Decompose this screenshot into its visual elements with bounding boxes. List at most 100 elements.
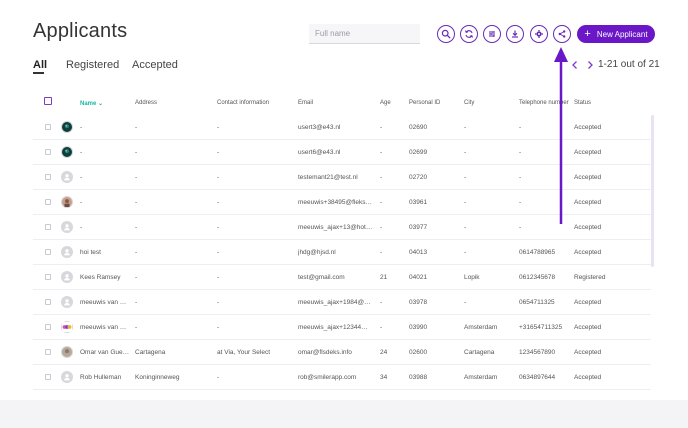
column-email: Email: [298, 100, 314, 106]
cell-phone: -: [519, 224, 522, 231]
cell-personal-id: 03990: [409, 324, 428, 331]
column-city: City: [464, 100, 475, 106]
cell-name: -: [80, 199, 83, 206]
cell-personal-id: 04013: [409, 249, 428, 256]
cell-address: -: [135, 174, 138, 181]
cell-age: 21: [380, 274, 388, 281]
cell-status: Accepted: [574, 124, 602, 131]
cell-city: -: [464, 174, 467, 181]
refresh-button[interactable]: [460, 25, 478, 43]
cell-city: -: [464, 149, 467, 156]
cell-city: Amsterdam: [464, 374, 498, 381]
table-row[interactable]: - - - usert3@e43.nl - 02690 - - Accepted: [33, 116, 651, 140]
cell-name: meeuwis van …: [80, 324, 127, 331]
tab-all-underline: [33, 72, 44, 74]
cell-address: -: [135, 149, 138, 156]
row-checkbox[interactable]: [45, 374, 51, 380]
table-row[interactable]: Omar van Gue… Cartagena at Via, Your Selec…: [33, 341, 651, 365]
avatar-icon: [61, 296, 73, 308]
page-bottom-background: [0, 400, 688, 428]
table-row[interactable]: meeuwis van … - - meeuwis_ajax+1984@… - 03978…: [33, 291, 651, 315]
previous-page-icon[interactable]: [570, 60, 580, 70]
cell-phone: 0612345678: [519, 274, 556, 281]
column-name-sort[interactable]: Name ⌄: [80, 100, 103, 107]
cell-city: -: [464, 249, 467, 256]
plus-icon: +: [584, 27, 591, 40]
search-input[interactable]: [309, 24, 420, 44]
table-row[interactable]: - - - meeuwis_ajax+13@hot… -03977- - Accepted: [33, 216, 651, 240]
cell-contact: at Via, Your Select: [217, 349, 271, 356]
table-row[interactable]: meeuwis van … - - meeuwis_ajax+12344… - 03990…: [33, 316, 651, 340]
row-checkbox[interactable]: [45, 324, 51, 330]
download-icon: [512, 30, 518, 38]
settings-button[interactable]: [530, 25, 548, 43]
search-icon: [441, 29, 451, 39]
cell-address: -: [135, 324, 138, 331]
cell-contact: -: [217, 224, 220, 231]
tab-registered[interactable]: Registered: [66, 59, 119, 71]
row-checkbox[interactable]: [45, 349, 51, 355]
cell-status: Accepted: [574, 224, 602, 231]
new-applicant-button[interactable]: + New Applicant: [577, 25, 655, 43]
cell-personal-id: 02690: [409, 124, 428, 131]
cell-email: jhdg@hjsd.nl: [298, 249, 336, 256]
next-page-icon[interactable]: [585, 60, 595, 70]
table-row[interactable]: hoi test - - jhdg@hjsd.nl - 04013 - 0614788965 A…: [33, 241, 651, 265]
column-contact: Contact information: [217, 100, 270, 106]
table-row[interactable]: Kees Ramsey - - test@gmail.com 21 04021 Lopik 0…: [33, 266, 651, 290]
column-status: Status: [574, 100, 592, 106]
column-age: Age: [380, 100, 391, 106]
table-row[interactable]: - - - meeuwis+38495@fleks… - 03961 - - Accepted: [33, 191, 651, 215]
avatar-icon: [61, 321, 73, 333]
table-scrollbar[interactable]: [651, 115, 654, 267]
avatar-icon: [61, 146, 73, 158]
share-icon: [558, 30, 566, 38]
cell-name: hoi test: [80, 249, 101, 256]
cell-contact: -: [217, 124, 220, 131]
page-title: Applicants: [33, 20, 128, 42]
cell-city: -: [464, 299, 467, 306]
row-checkbox[interactable]: [45, 149, 51, 155]
table-row[interactable]: - - - usert6@e43.nl - 02699 - - Accepted: [33, 141, 651, 165]
cell-address: Cartagena: [135, 349, 166, 356]
search-button[interactable]: [437, 25, 455, 43]
table-row[interactable]: Rob Hulleman Koninginneweg - rob@smilerapp.…: [33, 366, 651, 390]
row-checkbox[interactable]: [45, 174, 51, 180]
cell-phone: +31654711325: [519, 324, 563, 331]
tab-accepted[interactable]: Accepted: [132, 59, 178, 71]
cell-contact: -: [217, 149, 220, 156]
cell-city: Cartagena: [464, 349, 495, 356]
cell-address: -: [135, 124, 138, 131]
cell-email: test@gmail.com: [298, 274, 345, 281]
row-checkbox[interactable]: [45, 124, 51, 130]
cell-email: usert3@e43.nl: [298, 124, 341, 131]
row-checkbox[interactable]: [45, 299, 51, 305]
cell-status: Accepted: [574, 374, 602, 381]
cell-age: -: [380, 249, 383, 256]
cell-age: -: [380, 224, 383, 231]
cell-email: meeuwis_ajax+1984@…: [298, 299, 371, 306]
cell-phone: 0634897644: [519, 374, 556, 381]
cell-city: -: [464, 224, 467, 231]
select-all-checkbox[interactable]: [44, 97, 52, 105]
row-checkbox[interactable]: [45, 199, 51, 205]
table-row[interactable]: - - - testemant21@test.nl - 02720 - - Accepted: [33, 166, 651, 190]
row-checkbox[interactable]: [45, 249, 51, 255]
row-checkbox[interactable]: [45, 224, 51, 230]
cell-personal-id: 04021: [409, 274, 428, 281]
row-checkbox[interactable]: [45, 274, 51, 280]
tab-all[interactable]: All: [33, 59, 47, 71]
download-button[interactable]: [506, 25, 524, 43]
cell-name: Omar van Gue…: [80, 349, 130, 356]
applicants-table: Name ⌄ Address Contact information Email…: [33, 93, 655, 400]
cell-address: -: [135, 274, 138, 281]
cell-contact: -: [217, 274, 220, 281]
column-name-label: Name: [80, 101, 97, 107]
cell-address: -: [135, 249, 138, 256]
filter-button[interactable]: [483, 25, 501, 43]
cell-age: -: [380, 174, 383, 181]
cell-email: meeuwis_ajax+12344…: [298, 324, 368, 331]
share-button[interactable]: [553, 25, 571, 43]
refresh-icon: [465, 30, 473, 38]
cell-city: Amsterdam: [464, 324, 498, 331]
